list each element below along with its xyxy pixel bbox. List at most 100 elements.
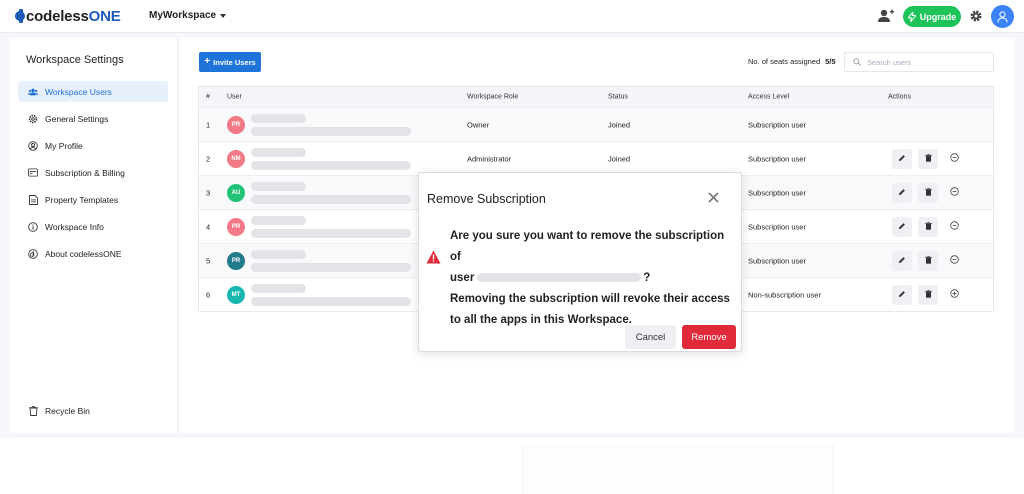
gear-icon xyxy=(28,114,38,124)
user-name-placeholder xyxy=(251,250,306,259)
user-email-placeholder xyxy=(251,263,411,272)
col-header-role: Workspace Role xyxy=(467,93,519,101)
seats-label: No. of seats assigned xyxy=(748,57,821,66)
row-number: 3 xyxy=(206,188,211,197)
logo-icon xyxy=(28,248,38,259)
user-email-placeholder xyxy=(251,229,411,238)
sidebar-item-label: About codelessONE xyxy=(45,248,122,259)
bottom-strip xyxy=(0,438,1024,494)
remove-subscription-button[interactable] xyxy=(944,149,964,169)
user-circle-icon xyxy=(28,140,38,151)
edit-button[interactable] xyxy=(892,284,912,305)
recycle-bin-icon xyxy=(28,406,38,416)
sidebar-item-label: Property Templates xyxy=(45,194,119,205)
trash-icon xyxy=(924,221,932,232)
sidebar-item-label: My Profile xyxy=(45,140,83,151)
delete-button[interactable] xyxy=(918,284,938,305)
plus-circle-icon xyxy=(949,289,959,300)
invite-users-label: Invite Users xyxy=(213,57,256,67)
delete-button[interactable] xyxy=(918,250,938,271)
sidebar-item-label: Workspace Users xyxy=(45,86,112,97)
upgrade-label: Upgrade xyxy=(919,11,957,22)
remove-subscription-button[interactable] xyxy=(944,183,964,203)
message-user-suffix: ? xyxy=(643,272,651,284)
sidebar-item-property-templates[interactable]: Property Templates xyxy=(18,189,168,210)
pencil-icon xyxy=(898,256,906,266)
upgrade-button[interactable]: Upgrade xyxy=(903,6,961,27)
invite-users-button[interactable]: + Invite Users xyxy=(199,52,261,72)
minus-circle-icon xyxy=(949,221,959,232)
sidebar-item-my-profile[interactable]: My Profile xyxy=(18,135,168,156)
search-input[interactable] xyxy=(867,57,987,67)
workspace-switcher[interactable]: MyWorkspace xyxy=(149,10,227,21)
remove-subscription-button[interactable] xyxy=(944,251,964,271)
delete-button[interactable] xyxy=(918,182,938,203)
credit-card-icon xyxy=(28,168,38,178)
pencil-icon xyxy=(898,222,906,232)
table-header: # User Workspace Role Status Access Leve… xyxy=(199,87,993,107)
sidebar-item-label: General Settings xyxy=(45,113,109,124)
search-icon xyxy=(853,58,861,66)
remove-subscription-dialog: Remove Subscription Are you sure you wan… xyxy=(418,172,742,352)
sidebar-item-about[interactable]: About codelessONE xyxy=(18,243,168,264)
edit-button[interactable] xyxy=(892,148,912,169)
sidebar-item-workspace-info[interactable]: Workspace Info xyxy=(18,216,168,237)
info-icon xyxy=(28,221,38,232)
col-header-access: Access Level xyxy=(748,93,790,101)
pencil-icon xyxy=(898,154,906,164)
settings-button[interactable] xyxy=(969,9,983,23)
settings-sidebar: Workspace Settings Workspace Users Gener… xyxy=(10,38,178,433)
logo-text-lower: codeless xyxy=(26,7,89,25)
sidebar-item-workspace-users[interactable]: Workspace Users xyxy=(18,81,168,102)
access-level: Subscription user xyxy=(748,222,806,231)
delete-button[interactable] xyxy=(918,148,938,169)
close-button[interactable] xyxy=(707,191,720,204)
table-row: 2 NM Administrator Joined Subscription user xyxy=(199,141,993,175)
row-number: 5 xyxy=(206,256,211,265)
edit-button[interactable] xyxy=(892,182,912,203)
col-header-actions: Actions xyxy=(888,93,911,101)
sidebar-item-subscription-billing[interactable]: Subscription & Billing xyxy=(18,162,168,183)
edit-button[interactable] xyxy=(892,216,912,237)
search-box[interactable] xyxy=(844,52,994,72)
remove-button[interactable]: Remove xyxy=(682,325,736,349)
caret-down-icon xyxy=(220,13,227,18)
sidebar-item-recycle-bin[interactable]: Recycle Bin xyxy=(28,406,90,416)
close-icon xyxy=(708,192,719,203)
user-avatar: PR xyxy=(227,115,245,134)
minus-circle-icon xyxy=(949,153,959,164)
access-level: Subscription user xyxy=(748,154,806,163)
settings-nav: Workspace Users General Settings My Prof… xyxy=(18,81,168,270)
user-avatar: MT xyxy=(227,285,245,304)
redacted-user-placeholder xyxy=(477,273,642,283)
workspace-name: MyWorkspace xyxy=(149,10,217,21)
pencil-icon xyxy=(898,188,906,198)
remove-subscription-button[interactable] xyxy=(944,217,964,237)
codelessone-logo[interactable]: codelessONE xyxy=(15,7,121,25)
recycle-bin-label: Recycle Bin xyxy=(45,406,90,416)
sidebar-title: Workspace Settings xyxy=(26,54,124,66)
delete-button[interactable] xyxy=(918,216,938,237)
minus-circle-icon xyxy=(949,187,959,198)
sidebar-item-general-settings[interactable]: General Settings xyxy=(18,108,168,129)
edit-button[interactable] xyxy=(892,250,912,271)
gear-icon xyxy=(970,10,982,22)
user-name-placeholder xyxy=(251,284,306,293)
add-subscription-button[interactable] xyxy=(944,285,964,305)
profile-avatar-button[interactable] xyxy=(991,5,1014,28)
seats-value: 5/5 xyxy=(825,57,836,66)
users-icon xyxy=(28,87,38,97)
access-level: Subscription user xyxy=(748,256,806,265)
user-name-placeholder xyxy=(251,216,306,225)
add-user-button[interactable] xyxy=(877,8,895,24)
cancel-button[interactable]: Cancel xyxy=(625,325,676,349)
row-number: 4 xyxy=(206,222,211,231)
user-name-placeholder xyxy=(251,182,306,191)
col-header-num: # xyxy=(206,93,210,101)
minus-circle-icon xyxy=(949,255,959,266)
user-email-placeholder xyxy=(251,297,411,306)
access-level: Subscription user xyxy=(748,188,806,197)
status: Joined xyxy=(608,120,631,129)
table-row: 1 PR Owner Joined Subscription user xyxy=(199,107,993,141)
user-name-placeholder xyxy=(251,148,306,157)
